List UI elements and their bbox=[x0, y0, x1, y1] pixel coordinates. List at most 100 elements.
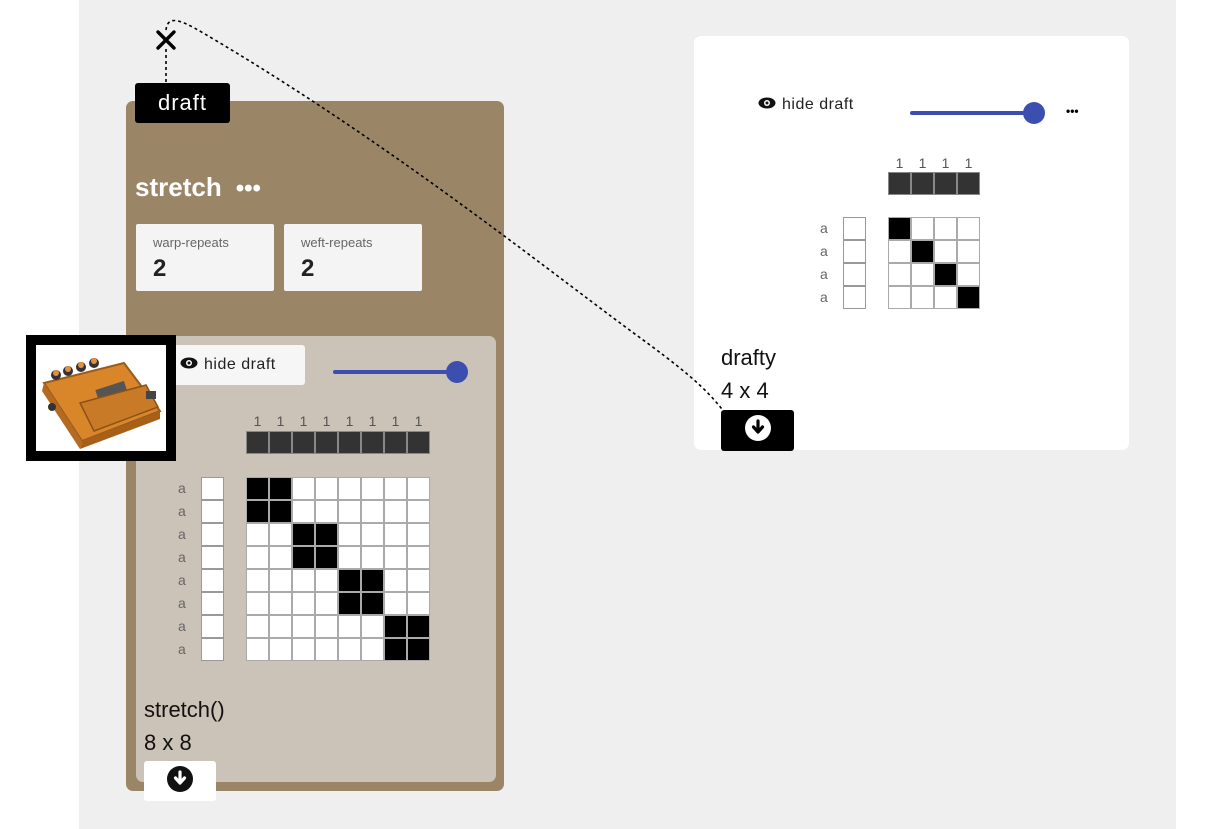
warp-system-cell[interactable] bbox=[911, 172, 934, 195]
draft-cell-down[interactable] bbox=[292, 638, 315, 661]
draft-cell-down[interactable] bbox=[384, 592, 407, 615]
download-button[interactable] bbox=[144, 761, 216, 801]
draft-cell-down[interactable] bbox=[888, 240, 911, 263]
draft-cell-down[interactable] bbox=[292, 500, 315, 523]
draft-cell-down[interactable] bbox=[292, 592, 315, 615]
draft-cell-up[interactable] bbox=[269, 477, 292, 500]
draft-cell-down[interactable] bbox=[957, 263, 980, 286]
draft-cell-up[interactable] bbox=[384, 615, 407, 638]
draft-cell-down[interactable] bbox=[338, 523, 361, 546]
draft-cell-down[interactable] bbox=[911, 217, 934, 240]
warp-system-cell[interactable] bbox=[315, 431, 338, 454]
draft-cell-down[interactable] bbox=[407, 477, 430, 500]
draft-cell-down[interactable] bbox=[407, 546, 430, 569]
draft-cell-down[interactable] bbox=[315, 638, 338, 661]
draft-cell-down[interactable] bbox=[246, 638, 269, 661]
draft-cell-down[interactable] bbox=[246, 523, 269, 546]
operation-menu-button[interactable]: ••• bbox=[236, 175, 261, 202]
weft-system-cell[interactable] bbox=[201, 523, 224, 546]
draft-cell-down[interactable] bbox=[888, 286, 911, 309]
draft-menu-button[interactable]: ••• bbox=[1066, 104, 1079, 118]
draft-cell-up[interactable] bbox=[957, 286, 980, 309]
param-weft-repeats[interactable]: weft-repeats 2 bbox=[284, 224, 422, 291]
draft-cell-down[interactable] bbox=[269, 546, 292, 569]
draft-cell-down[interactable] bbox=[361, 615, 384, 638]
draft-cell-down[interactable] bbox=[384, 500, 407, 523]
draft-cell-down[interactable] bbox=[384, 477, 407, 500]
draft-cell-down[interactable] bbox=[361, 500, 384, 523]
draft-cell-down[interactable] bbox=[384, 569, 407, 592]
hide-draft-button[interactable]: hide draft bbox=[758, 96, 854, 114]
draft-cell-up[interactable] bbox=[292, 546, 315, 569]
draft-cell-down[interactable] bbox=[407, 592, 430, 615]
param-warp-repeats[interactable]: warp-repeats 2 bbox=[136, 224, 274, 291]
weft-system-cell[interactable] bbox=[843, 263, 866, 286]
draft-cell-down[interactable] bbox=[269, 592, 292, 615]
draft-cell-down[interactable] bbox=[338, 546, 361, 569]
draft-cell-down[interactable] bbox=[407, 569, 430, 592]
draft-cell-up[interactable] bbox=[338, 592, 361, 615]
warp-system-row[interactable] bbox=[246, 431, 430, 454]
download-button[interactable] bbox=[721, 410, 794, 451]
draft-cell-up[interactable] bbox=[246, 500, 269, 523]
draft-cell-down[interactable] bbox=[269, 638, 292, 661]
draft-cell-down[interactable] bbox=[957, 217, 980, 240]
draft-cell-up[interactable] bbox=[315, 523, 338, 546]
warp-system-cell[interactable] bbox=[957, 172, 980, 195]
draft-cell-down[interactable] bbox=[407, 500, 430, 523]
draft-cell-down[interactable] bbox=[269, 523, 292, 546]
draft-cell-down[interactable] bbox=[957, 240, 980, 263]
draft-cell-down[interactable] bbox=[246, 569, 269, 592]
draft-cell-down[interactable] bbox=[269, 615, 292, 638]
draft-cell-up[interactable] bbox=[934, 263, 957, 286]
draft-cell-down[interactable] bbox=[361, 638, 384, 661]
draft-cell-down[interactable] bbox=[315, 592, 338, 615]
draft-cell-up[interactable] bbox=[361, 569, 384, 592]
weft-system-cell[interactable] bbox=[201, 615, 224, 638]
operation-input-tag[interactable]: draft bbox=[135, 83, 230, 123]
warp-system-cell[interactable] bbox=[384, 431, 407, 454]
warp-system-row[interactable] bbox=[888, 172, 980, 195]
warp-system-cell[interactable] bbox=[888, 172, 911, 195]
draft-cell-up[interactable] bbox=[338, 569, 361, 592]
hide-draft-button[interactable]: hide draft bbox=[173, 345, 305, 385]
draft-cell-down[interactable] bbox=[338, 500, 361, 523]
draft-cell-up[interactable] bbox=[315, 546, 338, 569]
draft-cell-down[interactable] bbox=[361, 477, 384, 500]
draft-cell-down[interactable] bbox=[888, 263, 911, 286]
draft-cell-down[interactable] bbox=[384, 546, 407, 569]
weft-system-cell[interactable] bbox=[201, 546, 224, 569]
draft-cell-down[interactable] bbox=[292, 615, 315, 638]
draft-cell-up[interactable] bbox=[361, 592, 384, 615]
draft-cell-up[interactable] bbox=[384, 638, 407, 661]
warp-system-cell[interactable] bbox=[361, 431, 384, 454]
draft-cell-up[interactable] bbox=[407, 638, 430, 661]
draft-cell-down[interactable] bbox=[911, 263, 934, 286]
draft-cell-up[interactable] bbox=[407, 615, 430, 638]
draft-cell-down[interactable] bbox=[934, 217, 957, 240]
draft-scale-slider[interactable] bbox=[333, 370, 457, 374]
weft-system-cell[interactable] bbox=[201, 477, 224, 500]
draft-cell-down[interactable] bbox=[292, 477, 315, 500]
draft-scale-slider[interactable] bbox=[910, 111, 1034, 115]
warp-system-cell[interactable] bbox=[246, 431, 269, 454]
slider-handle[interactable] bbox=[446, 361, 468, 383]
warp-system-cell[interactable] bbox=[269, 431, 292, 454]
warp-system-cell[interactable] bbox=[292, 431, 315, 454]
draft-cell-down[interactable] bbox=[292, 569, 315, 592]
draft-cell-down[interactable] bbox=[338, 638, 361, 661]
weft-system-cell[interactable] bbox=[843, 286, 866, 309]
weft-system-cell[interactable] bbox=[201, 569, 224, 592]
draft-cell-down[interactable] bbox=[269, 569, 292, 592]
draft-cell-down[interactable] bbox=[934, 240, 957, 263]
draft-cell-down[interactable] bbox=[361, 523, 384, 546]
draft-cell-down[interactable] bbox=[338, 615, 361, 638]
warp-system-cell[interactable] bbox=[407, 431, 430, 454]
close-icon[interactable] bbox=[154, 28, 178, 57]
draft-cell-down[interactable] bbox=[246, 546, 269, 569]
draft-cell-down[interactable] bbox=[246, 615, 269, 638]
draft-cell-down[interactable] bbox=[315, 615, 338, 638]
draft-cell-down[interactable] bbox=[246, 592, 269, 615]
draft-cell-up[interactable] bbox=[269, 500, 292, 523]
draft-cell-up[interactable] bbox=[911, 240, 934, 263]
